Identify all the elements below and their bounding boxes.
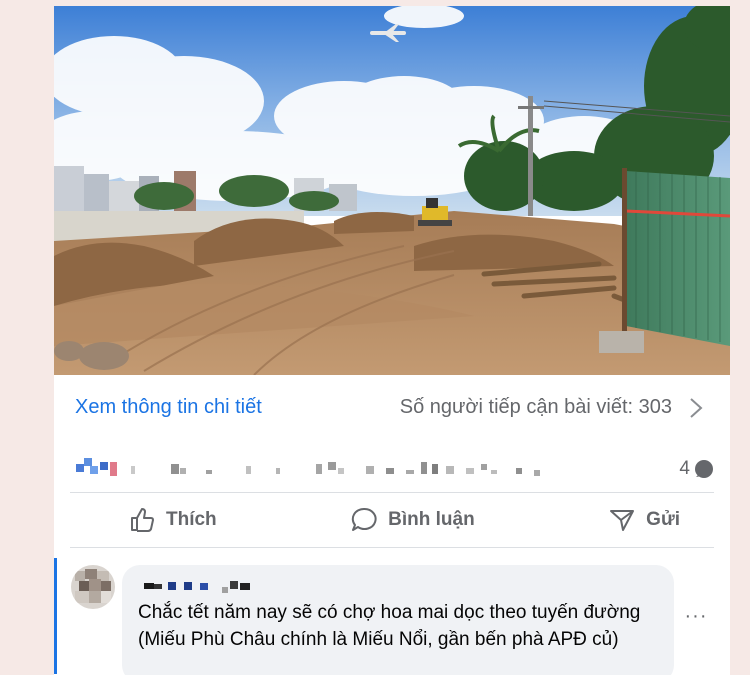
- page-background: [730, 0, 750, 675]
- avatar[interactable]: [71, 565, 115, 609]
- divider-bottom: [70, 547, 714, 548]
- blurred-reactor-names[interactable]: [76, 456, 546, 482]
- post-insights-row: Xem thông tin chi tiết Số người tiếp cận…: [54, 375, 730, 441]
- comment-count-value: 4: [679, 458, 690, 479]
- view-details-link[interactable]: Xem thông tin chi tiết: [75, 396, 262, 419]
- comment-item: Chắc tết năm nay sẽ có chợ hoa mai dọc t…: [54, 554, 730, 675]
- reactions-summary-row: 4: [54, 450, 730, 490]
- like-label: Thích: [166, 509, 217, 530]
- send-label: Gửi: [646, 509, 680, 530]
- send-icon: [610, 510, 635, 531]
- post-photo[interactable]: [54, 6, 730, 375]
- commenter-name-blurred[interactable]: [144, 579, 264, 593]
- comment-count[interactable]: 4: [679, 458, 714, 480]
- more-horizontal-icon[interactable]: ···: [684, 606, 708, 633]
- divider-top: [70, 492, 714, 493]
- comment-text: Chắc tết năm nay sẽ có chợ hoa mai dọc t…: [138, 602, 641, 650]
- send-button[interactable]: Gửi: [594, 498, 694, 542]
- comment-icon: [351, 507, 377, 531]
- thumbs-up-icon: [131, 508, 154, 532]
- post-action-bar: Thích Bình luận Gửi: [70, 494, 714, 546]
- post-card: Xem thông tin chi tiết Số người tiếp cận…: [54, 6, 730, 675]
- comment-bubble: Chắc tết năm nay sẽ có chợ hoa mai dọc t…: [122, 565, 674, 675]
- comment-label: Bình luận: [388, 509, 475, 530]
- comment-thread-indicator: [54, 558, 57, 674]
- construction-site-photo: [54, 6, 730, 375]
- comment-button[interactable]: Bình luận: [336, 498, 489, 542]
- chevron-right-icon[interactable]: [686, 395, 706, 421]
- comment-bubble-icon: [695, 460, 713, 478]
- post-reach-text[interactable]: Số người tiếp cận bài viết: 303: [400, 396, 672, 419]
- like-button[interactable]: Thích: [114, 498, 231, 542]
